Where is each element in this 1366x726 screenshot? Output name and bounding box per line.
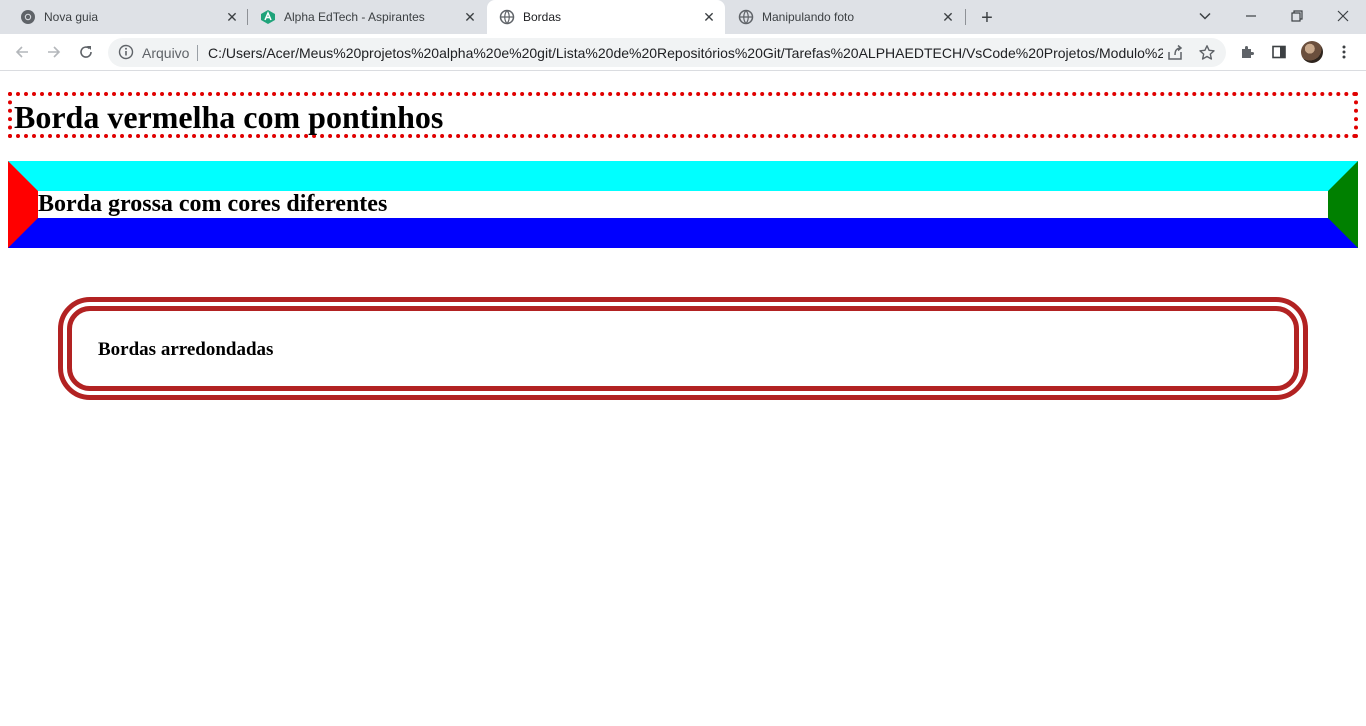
reload-button[interactable] [76,42,96,62]
page-viewport: Borda vermelha com pontinhos Borda gross… [0,72,1366,726]
tab-separator [965,9,966,25]
close-tab-icon[interactable]: ✕ [701,9,717,25]
info-icon[interactable] [118,44,134,60]
heading-dotted-border: Borda vermelha com pontinhos [8,92,1358,138]
minimize-icon [1246,15,1256,17]
tab-alpha-edtech[interactable]: Alpha EdTech - Aspirantes ✕ [248,0,486,34]
new-tab-button[interactable]: + [975,6,999,30]
side-panel-icon [1272,45,1286,59]
tab-title: Bordas [523,10,562,24]
chrome-icon [21,10,35,24]
more-vertical-icon [1342,45,1346,59]
file-scheme-chip: Arquivo [142,45,190,61]
star-icon[interactable] [1198,44,1216,62]
share-icon[interactable] [1166,44,1184,62]
address-separator [197,45,198,61]
forward-button[interactable] [44,42,64,62]
chevron-down-icon [1199,12,1211,20]
heading-rounded-border: Bordas arredondadas [98,339,274,360]
globe-icon [738,9,754,25]
close-tab-icon[interactable]: ✕ [462,9,478,25]
profile-avatar[interactable] [1301,41,1323,63]
close-tab-icon[interactable]: ✕ [224,9,240,25]
tab-strip: Nova guia ✕ Alpha EdTech - Aspirantes ✕ … [0,0,1366,34]
restore-button[interactable] [1287,6,1307,26]
url-text[interactable]: C:/Users/Acer/Meus%20projetos%20alpha%20… [208,45,1163,61]
extensions-button[interactable] [1238,42,1258,62]
restore-icon [1291,10,1303,22]
arrow-left-icon [15,46,28,58]
tab-title: Nova guia [44,10,99,24]
back-button[interactable] [12,42,32,62]
reload-icon [80,46,92,58]
tab-manipulando-foto[interactable]: Manipulando foto ✕ [726,0,964,34]
tab-nova-guia[interactable]: Nova guia ✕ [8,0,246,34]
close-icon [1337,10,1349,22]
tab-search-button[interactable] [1195,6,1215,26]
alpha-edtech-icon [261,10,275,24]
puzzle-icon [1242,46,1254,58]
heading-thick-border: Borda grossa com cores diferentes [8,161,1358,248]
side-panel-button[interactable] [1269,42,1289,62]
menu-button[interactable] [1334,42,1354,62]
address-bar[interactable]: Arquivo C:/Users/Acer/Meus%20projetos%20… [108,38,1226,67]
close-window-button[interactable] [1333,6,1353,26]
tab-bordas[interactable]: Bordas ✕ [487,0,725,34]
browser-toolbar: Arquivo C:/Users/Acer/Meus%20projetos%20… [0,34,1366,71]
arrow-right-icon [48,46,61,58]
globe-icon [499,9,515,25]
tab-title: Manipulando foto [762,10,855,24]
minimize-button[interactable] [1241,6,1261,26]
tab-title: Alpha EdTech - Aspirantes [284,10,425,24]
close-tab-icon[interactable]: ✕ [940,9,956,25]
